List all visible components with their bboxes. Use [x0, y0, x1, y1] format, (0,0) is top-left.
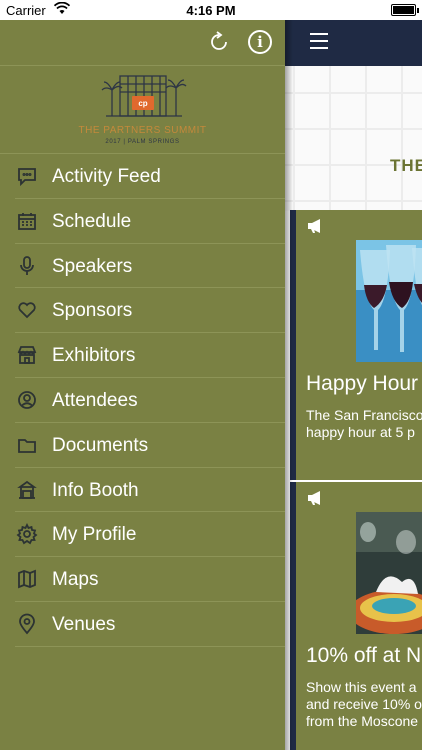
menu-item-label: Maps [52, 569, 99, 591]
microphone-icon [20, 255, 34, 275]
menu-item-label: My Profile [52, 524, 137, 546]
activity-card[interactable]: Happy Hour The San Francisco happy hour … [290, 210, 422, 480]
calendar-icon [18, 212, 36, 230]
card-body-line: happy hour at 5 p [306, 424, 415, 440]
map-icon [18, 569, 36, 589]
svg-text:cp: cp [138, 99, 147, 108]
menu-item-attendees[interactable]: Attendees [0, 378, 285, 423]
banner-text: THE [390, 156, 422, 175]
logo-subtitle: 2017 | PALM SPRINGS [105, 139, 180, 145]
card-body: Show this event a and receive 10% o from… [306, 679, 422, 730]
main-nav-bar [285, 20, 422, 66]
activity-card[interactable]: 10% off at N Show this event a and recei… [290, 482, 422, 750]
menu-item-label: Speakers [52, 255, 133, 277]
booth-icon [17, 480, 37, 499]
summit-logo-icon: cp [101, 75, 187, 117]
menu-item-my-profile[interactable]: My Profile [0, 512, 285, 557]
event-logo: cp THE PARTNERS SUMMIT 2017 | PALM SPRIN… [0, 66, 285, 154]
card-title: Happy Hour [306, 372, 419, 395]
megaphone-icon [308, 491, 320, 505]
gear-icon [16, 523, 38, 545]
menu-item-activity-feed[interactable]: Activity Feed [0, 154, 285, 199]
clock: 4:16 PM [186, 3, 236, 18]
card-body: The San Francisco happy hour at 5 p [306, 407, 422, 441]
menu-item-label: Documents [52, 434, 149, 456]
side-drawer: i cp THE PARTNERS SUMMIT 2017 | PALM SPR… [0, 20, 285, 750]
activity-feed-icon [18, 168, 36, 187]
menu-item-label: Schedule [52, 210, 132, 232]
card-body-line: from the Moscone [306, 713, 419, 729]
drawer-menu: Activity Feed Schedule Speakers Sponsors [0, 154, 285, 647]
drawer-toolbar: i [0, 20, 285, 66]
menu-item-label: Venues [52, 613, 116, 635]
menu-item-schedule[interactable]: Schedule [0, 199, 285, 244]
menu-item-label: Sponsors [52, 300, 133, 322]
refresh-icon[interactable] [207, 30, 231, 54]
heart-icon [18, 302, 36, 319]
menu-item-label: Attendees [52, 389, 138, 411]
menu-item-documents[interactable]: Documents [0, 423, 285, 468]
restaurant-photo [356, 512, 422, 634]
menu-item-speakers[interactable]: Speakers [0, 244, 285, 289]
storefront-icon [17, 346, 37, 365]
folder-icon [18, 438, 36, 453]
card-body-line: The San Francisco [306, 407, 422, 423]
card-body-line: Show this event a [306, 679, 417, 695]
menu-item-label: Activity Feed [52, 166, 161, 187]
banner-pattern [285, 66, 422, 211]
menu-item-info-booth[interactable]: Info Booth [0, 468, 285, 513]
menu-item-label: Info Booth [52, 479, 139, 501]
menu-item-sponsors[interactable]: Sponsors [0, 288, 285, 333]
drawer-shadow [285, 20, 293, 750]
person-icon [18, 391, 36, 409]
menu-item-exhibitors[interactable]: Exhibitors [0, 333, 285, 378]
card-body-line: and receive 10% o [306, 696, 422, 712]
menu-item-venues[interactable]: Venues [0, 602, 285, 647]
wine-glasses-photo [356, 240, 422, 362]
location-pin-icon [19, 613, 35, 635]
main-content: THE Happy Hour The San Francisco happy h… [285, 20, 422, 750]
info-icon[interactable]: i [248, 30, 272, 54]
megaphone-icon [308, 219, 320, 233]
menu-item-maps[interactable]: Maps [0, 557, 285, 602]
battery-icon [391, 4, 419, 16]
status-bar: Carrier 4:16 PM [0, 0, 422, 20]
card-title: 10% off at N [306, 644, 422, 667]
menu-item-label: Exhibitors [52, 345, 136, 367]
hamburger-menu-icon[interactable] [310, 33, 328, 49]
logo-title: THE PARTNERS SUMMIT [78, 125, 207, 136]
